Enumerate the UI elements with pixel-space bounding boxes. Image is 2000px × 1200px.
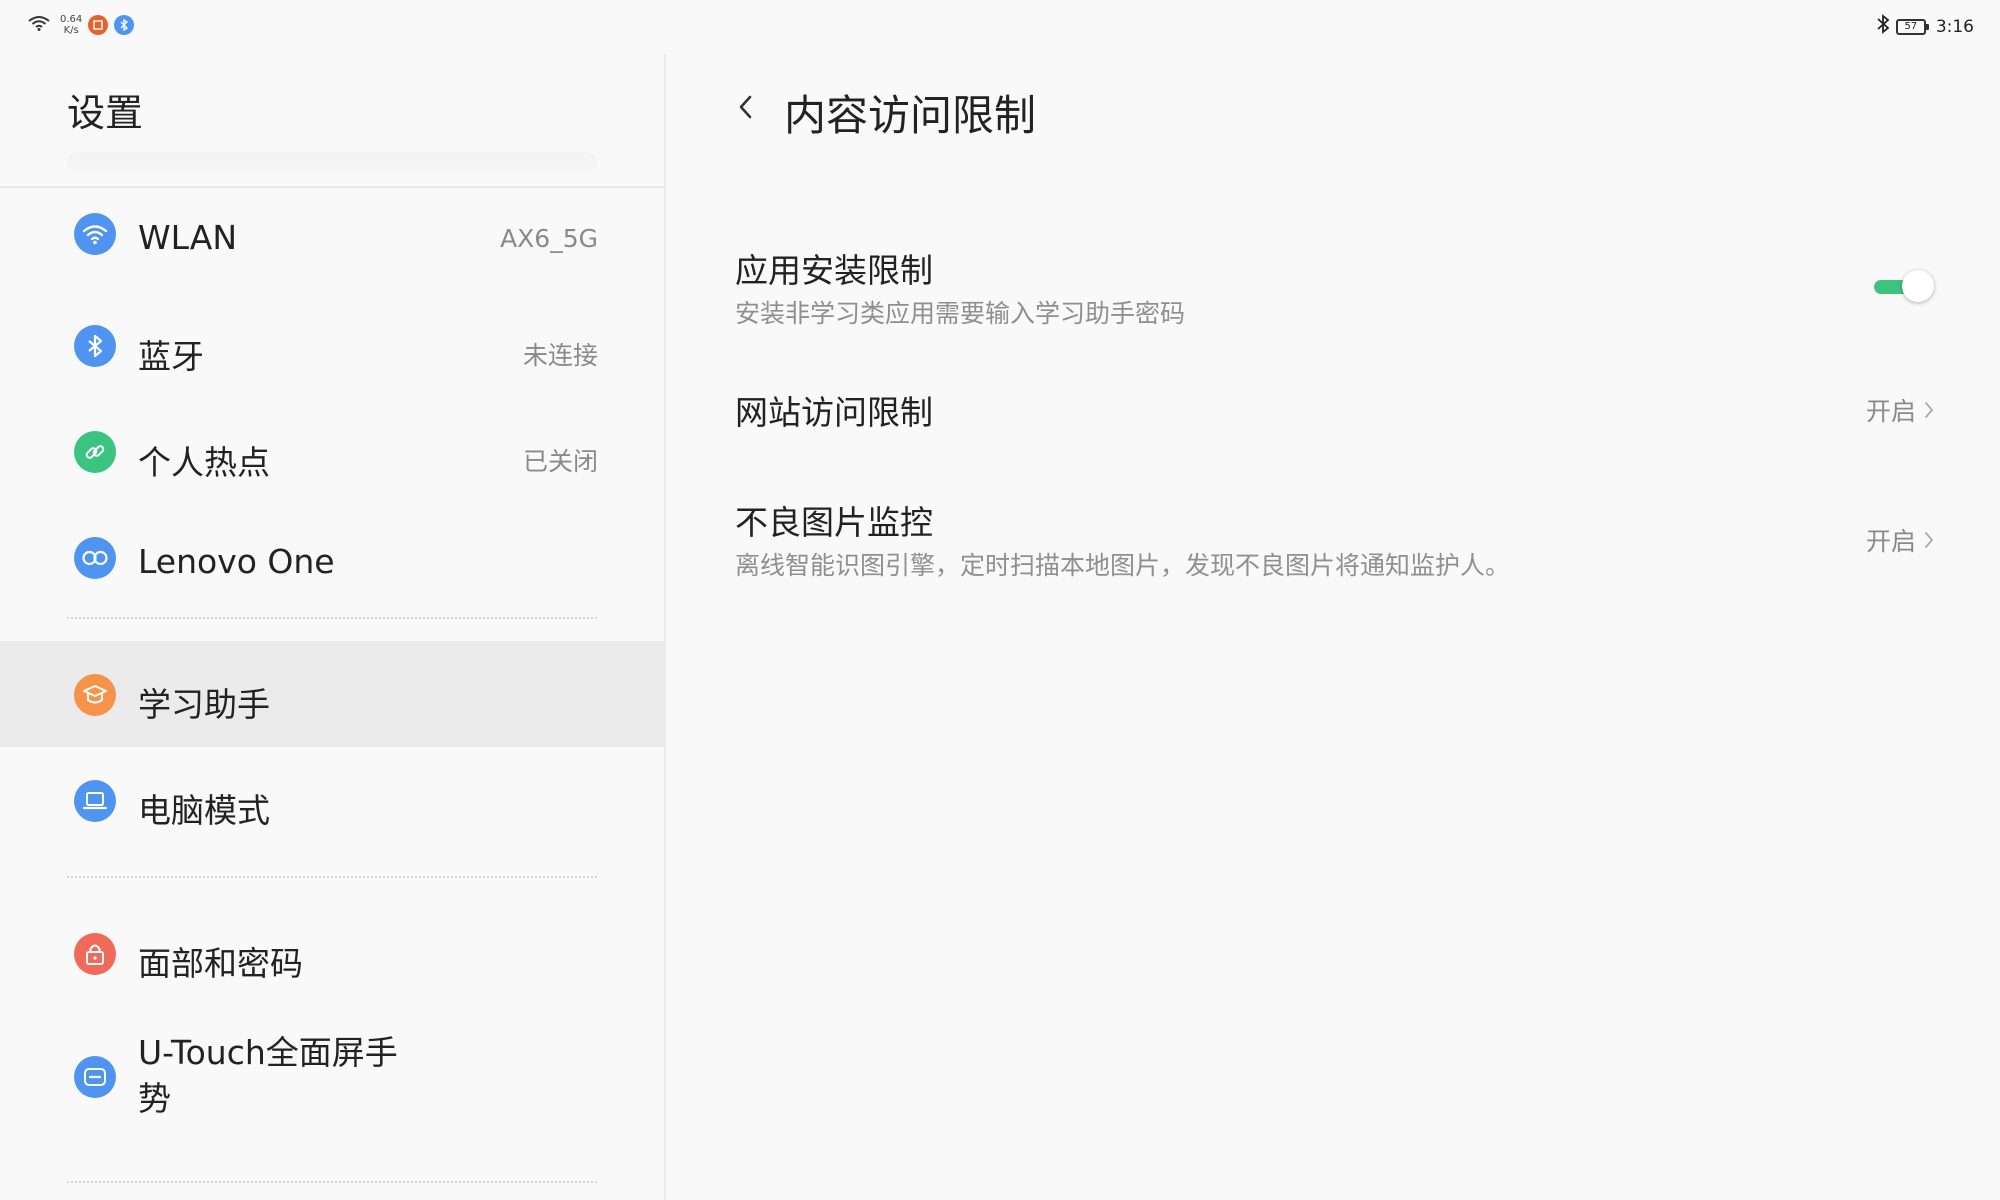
sidebar-item-wlan[interactable]: WLAN AX6_5G bbox=[0, 188, 664, 294]
setting-status-label: 开启 bbox=[1865, 527, 1916, 556]
setting-title: 网站访问限制 bbox=[735, 393, 933, 432]
battery-icon: 57 bbox=[1895, 18, 1929, 35]
setting-status-label: 开启 bbox=[1865, 397, 1916, 426]
sidebar-item-label-line2: 势 bbox=[138, 1079, 171, 1118]
settings-sidebar: 设置 WLAN AX6_5G 蓝牙 未连接 个人热点 已关闭 Lenovo On… bbox=[0, 54, 666, 1200]
wifi-icon bbox=[74, 213, 116, 255]
lock-icon bbox=[74, 933, 116, 975]
sidebar-item-hotspot[interactable]: 个人热点 已关闭 bbox=[0, 400, 664, 506]
divider bbox=[67, 876, 597, 878]
sidebar-item-label: U-Touch全面屏手 势 bbox=[138, 1030, 398, 1122]
sidebar-item-u-touch[interactable]: U-Touch全面屏手 势 bbox=[0, 1006, 664, 1146]
chevron-right-icon bbox=[1924, 396, 1934, 425]
lenovo-one-icon bbox=[74, 537, 116, 579]
divider bbox=[67, 617, 597, 619]
sidebar-item-learning-assistant[interactable]: 学习助手 bbox=[0, 641, 664, 747]
gesture-icon bbox=[74, 1056, 116, 1098]
app-install-toggle[interactable] bbox=[1870, 268, 1936, 304]
hotspot-link-icon bbox=[74, 431, 116, 473]
toggle-knob bbox=[1902, 270, 1934, 302]
graduation-cap-icon bbox=[74, 674, 116, 716]
sidebar-item-lenovo-one[interactable]: Lenovo One bbox=[0, 506, 664, 612]
setting-description: 离线智能识图引擎，定时扫描本地图片，发现不良图片将通知监护人。 bbox=[735, 551, 1511, 580]
status-bar: 0.64 K/s 57 3:16 bbox=[0, 0, 2000, 54]
bluetooth-notification-icon bbox=[114, 15, 135, 35]
page-title: 设置 bbox=[67, 91, 144, 135]
setting-harmful-image-monitoring[interactable]: 不良图片监控 离线智能识图引擎，定时扫描本地图片，发现不良图片将通知监护人。 开… bbox=[666, 454, 2000, 594]
sidebar-item-value: 未连接 bbox=[522, 341, 598, 370]
sidebar-item-label: 学习助手 bbox=[138, 685, 270, 724]
search-bar[interactable] bbox=[67, 152, 597, 174]
setting-status: 开启 bbox=[1866, 392, 1934, 428]
back-button[interactable] bbox=[726, 84, 766, 134]
setting-website-restriction[interactable]: 网站访问限制 开启 bbox=[666, 344, 2000, 454]
laptop-icon bbox=[74, 780, 116, 822]
sidebar-item-label-line1: U-Touch全面屏手 bbox=[138, 1033, 398, 1072]
sidebar-item-value: AX6_5G bbox=[500, 224, 598, 253]
status-bar-right: 57 3:16 bbox=[1876, 14, 1974, 39]
sidebar-item-value: 已关闭 bbox=[522, 447, 598, 476]
content-panel: 内容访问限制 应用安装限制 安装非学习类应用需要输入学习助手密码 网站访问限制 … bbox=[666, 54, 2000, 1200]
sidebar-item-label: 个人热点 bbox=[138, 443, 270, 482]
sidebar-item-label: WLAN bbox=[138, 218, 238, 257]
status-bar-left: 0.64 K/s bbox=[28, 14, 135, 36]
setting-description: 安装非学习类应用需要输入学习助手密码 bbox=[735, 299, 1186, 328]
bluetooth-icon bbox=[74, 325, 116, 367]
network-speed: 0.64 K/s bbox=[60, 14, 82, 36]
sidebar-item-pc-mode[interactable]: 电脑模式 bbox=[0, 747, 664, 853]
setting-app-install-restriction[interactable]: 应用安装限制 安装非学习类应用需要输入学习助手密码 bbox=[666, 192, 2000, 328]
sidebar-item-face-password[interactable]: 面部和密码 bbox=[0, 900, 664, 1006]
sidebar-item-label: 电脑模式 bbox=[138, 791, 270, 830]
setting-title: 不良图片监控 bbox=[735, 503, 933, 542]
sidebar-item-label: 面部和密码 bbox=[138, 944, 303, 983]
divider bbox=[67, 1181, 597, 1183]
bluetooth-icon bbox=[1876, 14, 1890, 39]
sidebar-item-label: 蓝牙 bbox=[138, 337, 204, 376]
clock: 3:16 bbox=[1935, 16, 1974, 37]
chevron-right-icon bbox=[1924, 526, 1934, 555]
page-title: 内容访问限制 bbox=[784, 91, 1037, 140]
network-speed-value: 0.64 bbox=[60, 14, 83, 25]
chevron-left-icon bbox=[737, 93, 755, 125]
app-notification-icon bbox=[88, 15, 109, 35]
sidebar-item-bluetooth[interactable]: 蓝牙 未连接 bbox=[0, 294, 664, 400]
sidebar-item-label: Lenovo One bbox=[138, 542, 335, 581]
wifi-icon bbox=[28, 15, 50, 35]
network-speed-unit: K/s bbox=[63, 25, 79, 36]
setting-title: 应用安装限制 bbox=[735, 251, 933, 290]
setting-status: 开启 bbox=[1866, 522, 1934, 558]
